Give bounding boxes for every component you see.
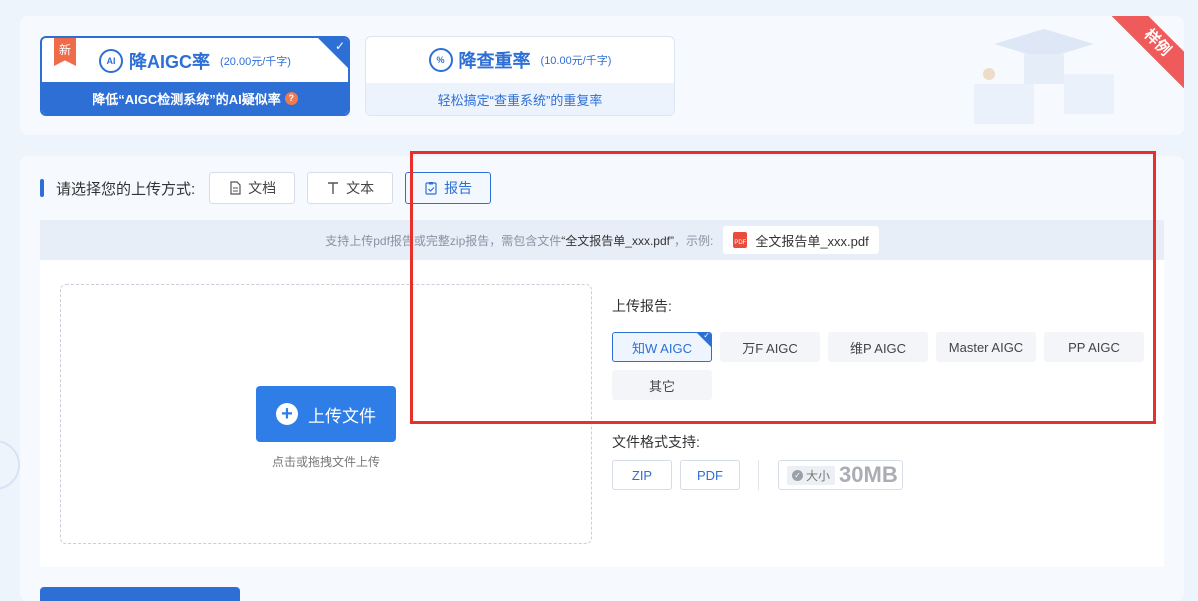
report-icon: [425, 182, 437, 195]
source-option-wanf[interactable]: 万F AIGC: [720, 332, 820, 362]
size-chip: ✓ 大小: [787, 465, 836, 485]
service-card-reduce-aigc[interactable]: 新 ✓ AI 降AIGC率 (20.00元/千字) 降低“AIGC检测系统”的A…: [40, 36, 350, 116]
check-icon: ✓: [334, 39, 345, 53]
source-option-label: 维P AIGC: [849, 340, 907, 356]
method-label: 文本: [346, 180, 375, 196]
background-decoration: [0, 440, 20, 490]
file-size-limit: ✓ 大小 30MB: [778, 460, 903, 490]
upload-panel: 请选择您的上传方式: 文档 文本 报告 支持上传pdf报告或完整zip报告，需包…: [20, 156, 1184, 601]
method-label: 文档: [248, 180, 277, 196]
source-option-label: 万F AIGC: [742, 340, 798, 356]
submit-button[interactable]: [40, 587, 240, 601]
size-value: 30MB: [839, 462, 898, 487]
source-option-zhiw[interactable]: 知W AIGC ✓: [612, 332, 712, 362]
upload-method-row: 请选择您的上传方式: 文档 文本 报告: [40, 172, 503, 204]
ai-icon: AI: [99, 49, 124, 73]
size-label: 大小: [806, 468, 831, 483]
source-option-label: Master AIGC: [948, 339, 1024, 355]
help-icon[interactable]: ?: [284, 91, 298, 105]
example-file-link[interactable]: PDF 全文报告单_xxx.pdf: [723, 226, 879, 254]
source-option-label: 知W AIGC: [632, 340, 692, 356]
source-option-label: PP AIGC: [1068, 339, 1120, 355]
upload-file-button[interactable]: + 上传文件: [256, 386, 396, 442]
format-zip-badge: ZIP: [612, 460, 672, 490]
plus-icon: +: [276, 403, 298, 425]
tip-text: 支持上传pdf报告或完整zip报告，需包含文件: [325, 233, 562, 248]
source-option-label: 其它: [648, 378, 675, 394]
divider: [758, 460, 759, 490]
method-report-button[interactable]: 报告: [405, 172, 492, 204]
source-option-weip[interactable]: 维P AIGC: [828, 332, 928, 362]
source-option-other[interactable]: 其它: [612, 370, 712, 400]
service-title: 降查重率: [458, 51, 531, 71]
service-subtitle: 降低“AIGC检测系统”的AI疑似率: [92, 91, 281, 107]
upload-button-label: 上传文件: [308, 406, 376, 426]
check-icon: ✓: [703, 332, 710, 340]
service-selector: 新 ✓ AI 降AIGC率 (20.00元/千字) 降低“AIGC检测系统”的A…: [20, 16, 1184, 135]
percent-icon: %: [428, 48, 453, 72]
upload-method-label: 请选择您的上传方式:: [56, 180, 196, 198]
upload-tip-bar: 支持上传pdf报告或完整zip报告，需包含文件 “全文报告单_xxx.pdf” …: [40, 220, 1164, 260]
source-option-pp[interactable]: PP AIGC: [1044, 332, 1144, 362]
check-circle-icon: ✓: [792, 469, 803, 481]
file-drop-zone[interactable]: + 上传文件 点击或拖拽文件上传: [60, 284, 592, 544]
service-price: (20.00元/千字): [220, 56, 291, 68]
tip-filename: “全文报告单_xxx.pdf”: [561, 233, 674, 248]
file-format-label: 文件格式支持:: [612, 434, 700, 450]
service-subtitle: 轻松搞定“查重系统”的重复率: [437, 92, 603, 108]
source-option-master[interactable]: Master AIGC: [936, 332, 1036, 362]
section-marker: [40, 179, 44, 197]
text-icon: [328, 182, 339, 194]
report-source-label: 上传报告:: [612, 298, 672, 314]
graduation-illustration: [974, 29, 1114, 124]
pdf-file-icon: PDF: [733, 232, 748, 248]
tip-suffix: ，示例:: [673, 233, 714, 248]
upload-hint: 点击或拖拽文件上传: [271, 455, 380, 469]
example-file-name: 全文报告单_xxx.pdf: [755, 233, 869, 249]
method-document-button[interactable]: 文档: [209, 172, 296, 204]
document-icon: [230, 181, 241, 195]
service-title: 降AIGC率: [129, 52, 211, 72]
report-options: 上传报告: 知W AIGC ✓ 万F AIGC 维P AIGC Master A…: [612, 260, 1152, 567]
method-text-button[interactable]: 文本: [307, 172, 394, 204]
format-pdf-badge: PDF: [680, 460, 740, 490]
service-card-reduce-duplicate[interactable]: % 降查重率 (10.00元/千字) 轻松搞定“查重系统”的重复率: [365, 36, 675, 116]
service-price: (10.00元/千字): [540, 55, 612, 67]
upload-work-area: + 上传文件 点击或拖拽文件上传 上传报告: 知W AIGC ✓ 万F AIGC…: [40, 260, 1164, 567]
method-label: 报告: [444, 180, 473, 196]
